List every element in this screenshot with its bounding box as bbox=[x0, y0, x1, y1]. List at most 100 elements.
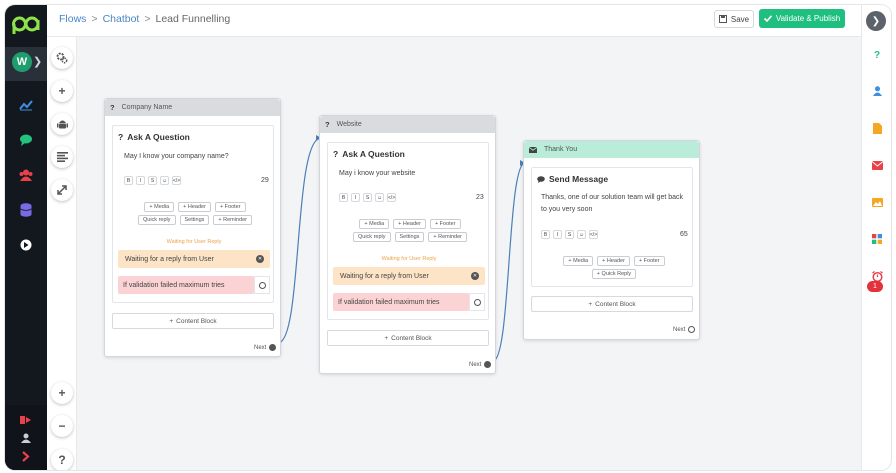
save-button[interactable]: Save bbox=[714, 10, 754, 28]
analytics-icon[interactable] bbox=[15, 94, 37, 116]
user-icon[interactable] bbox=[869, 83, 885, 99]
rail-collapse-icon[interactable]: ❯ bbox=[866, 11, 886, 31]
waiting-reply-text: Waiting for a reply from User bbox=[125, 255, 214, 263]
breadcrumb-chatbot[interactable]: Chatbot bbox=[103, 13, 140, 25]
add-quick-reply-button[interactable]: + Quick Reply bbox=[591, 269, 637, 279]
node-header[interactable]: ? Company Name bbox=[105, 99, 280, 116]
settings-gears-icon[interactable] bbox=[51, 47, 73, 69]
add-content-block-button[interactable]: + Content Block bbox=[531, 296, 693, 312]
chat-icon[interactable] bbox=[15, 129, 37, 151]
code-button[interactable]: </> bbox=[172, 176, 181, 185]
node-company-name[interactable]: ? Company Name ? Ask A Question May I kno… bbox=[104, 98, 281, 357]
add-content-block-button[interactable]: + Content Block bbox=[112, 313, 274, 329]
add-footer-button[interactable]: + Footer bbox=[429, 219, 461, 229]
flow-canvas[interactable]: ? Company Name ? Ask A Question May I kno… bbox=[77, 37, 861, 470]
bold-button[interactable]: B bbox=[339, 193, 348, 202]
email-icon[interactable] bbox=[869, 157, 885, 173]
node-thank-you[interactable]: Thank You Send Message Thanks, one of ou… bbox=[523, 140, 700, 340]
android-icon[interactable] bbox=[51, 113, 73, 135]
expand-sidebar-icon[interactable] bbox=[15, 445, 37, 467]
question-message[interactable]: May i know your website bbox=[339, 168, 415, 180]
list-align-icon[interactable] bbox=[51, 146, 73, 168]
waiting-reply-box[interactable]: Waiting for a reply from User ✕ bbox=[333, 267, 485, 285]
help-button[interactable]: ? bbox=[51, 449, 73, 470]
add-header-button[interactable]: + Header bbox=[178, 202, 211, 212]
next-port-icon[interactable] bbox=[269, 344, 277, 351]
fullscreen-icon[interactable] bbox=[51, 179, 73, 201]
next-port-icon[interactable] bbox=[484, 361, 492, 368]
add-node-button[interactable]: + bbox=[51, 80, 73, 102]
node-header[interactable]: Thank You bbox=[524, 141, 699, 158]
next-connector[interactable]: Next bbox=[673, 326, 696, 333]
check-icon bbox=[763, 15, 772, 22]
send-message-block[interactable]: Send Message Thanks, one of our solution… bbox=[531, 167, 693, 287]
italic-button[interactable]: I bbox=[136, 176, 145, 185]
next-connector[interactable]: Next bbox=[469, 361, 492, 368]
next-connector[interactable]: Next bbox=[254, 344, 277, 351]
help-icon[interactable]: ? bbox=[869, 47, 885, 63]
remove-icon[interactable]: ✕ bbox=[471, 272, 479, 280]
message-text[interactable]: Thanks, one of our solution team will ge… bbox=[541, 192, 683, 216]
save-label: Save bbox=[730, 14, 750, 24]
question-message[interactable]: May I know your company name? bbox=[124, 151, 229, 163]
add-footer-button[interactable]: + Footer bbox=[633, 256, 665, 266]
fail-output-port[interactable] bbox=[254, 276, 270, 294]
add-media-button[interactable]: + Media bbox=[359, 219, 390, 229]
add-reminder-button[interactable]: + Reminder bbox=[213, 215, 252, 225]
remove-icon[interactable]: ✕ bbox=[256, 255, 264, 263]
ask-question-block[interactable]: ? Ask A Question May I know your company … bbox=[112, 125, 274, 303]
quick-reply-button[interactable]: Quick reply bbox=[353, 232, 391, 242]
bold-button[interactable]: B bbox=[541, 230, 550, 239]
settings-button[interactable]: Settings bbox=[394, 232, 425, 242]
strike-button[interactable]: S bbox=[148, 176, 157, 185]
italic-button[interactable]: I bbox=[351, 193, 360, 202]
settings-button[interactable]: Settings bbox=[179, 215, 210, 225]
message-line: to you very soon bbox=[541, 206, 593, 213]
waiting-reply-box[interactable]: Waiting for a reply from User ✕ bbox=[118, 250, 270, 268]
next-label: Next bbox=[254, 344, 267, 351]
validate-publish-button[interactable]: Validate & Publish bbox=[759, 9, 845, 28]
zoom-out-button[interactable]: − bbox=[51, 415, 73, 437]
add-media-button[interactable]: + Media bbox=[563, 256, 594, 266]
emoji-button[interactable]: ☺ bbox=[375, 193, 384, 202]
code-button[interactable]: </> bbox=[589, 230, 598, 239]
italic-button[interactable]: I bbox=[553, 230, 562, 239]
bold-button[interactable]: B bbox=[124, 176, 133, 185]
add-header-button[interactable]: + Header bbox=[393, 219, 426, 229]
add-content-block-button[interactable]: + Content Block bbox=[327, 330, 489, 346]
workspace-switcher[interactable]: W ❯ bbox=[5, 47, 47, 81]
strike-button[interactable]: S bbox=[363, 193, 372, 202]
image-icon[interactable] bbox=[869, 194, 885, 210]
add-footer-button[interactable]: + Footer bbox=[214, 202, 246, 212]
arrow-circle-right-icon[interactable] bbox=[15, 234, 37, 256]
apps-grid-icon[interactable] bbox=[869, 231, 885, 247]
validation-fail-box[interactable]: If validation failed maximum tries bbox=[118, 276, 254, 294]
next-port-icon[interactable] bbox=[688, 326, 696, 333]
emoji-button[interactable]: ☺ bbox=[160, 176, 169, 185]
database-icon[interactable] bbox=[15, 199, 37, 221]
add-media-button[interactable]: + Media bbox=[144, 202, 175, 212]
breadcrumb-flows[interactable]: Flows bbox=[59, 13, 86, 25]
code-button[interactable]: </> bbox=[387, 193, 396, 202]
node-header[interactable]: ? Website bbox=[320, 116, 495, 133]
node-website[interactable]: ? Website ? Ask A Question May i know you… bbox=[319, 115, 496, 374]
quick-reply-button[interactable]: Quick reply bbox=[138, 215, 176, 225]
document-icon[interactable] bbox=[869, 120, 885, 136]
breadcrumb-separator-icon: > bbox=[144, 13, 151, 25]
zoom-in-button[interactable]: + bbox=[51, 382, 73, 404]
canvas-toolbar: + + − ? bbox=[47, 37, 77, 470]
add-header-button[interactable]: + Header bbox=[597, 256, 630, 266]
emoji-button[interactable]: ☺ bbox=[577, 230, 586, 239]
port-circle-icon bbox=[258, 281, 266, 289]
left-sidebar: W ❯ bbox=[5, 5, 47, 470]
brand-logo-icon bbox=[12, 16, 40, 34]
plus-icon: + bbox=[384, 334, 389, 342]
add-reminder-button[interactable]: + Reminder bbox=[428, 232, 467, 242]
strike-button[interactable]: S bbox=[565, 230, 574, 239]
ask-question-block[interactable]: ? Ask A Question May i know your website … bbox=[327, 142, 489, 320]
breadcrumb-current: Lead Funnelling bbox=[155, 13, 231, 25]
fail-output-port[interactable] bbox=[469, 293, 485, 311]
block-options: + Media + Header + Footer + Quick Reply bbox=[546, 256, 682, 279]
contacts-icon[interactable] bbox=[15, 164, 37, 186]
validation-fail-box[interactable]: If validation failed maximum tries bbox=[333, 293, 469, 311]
